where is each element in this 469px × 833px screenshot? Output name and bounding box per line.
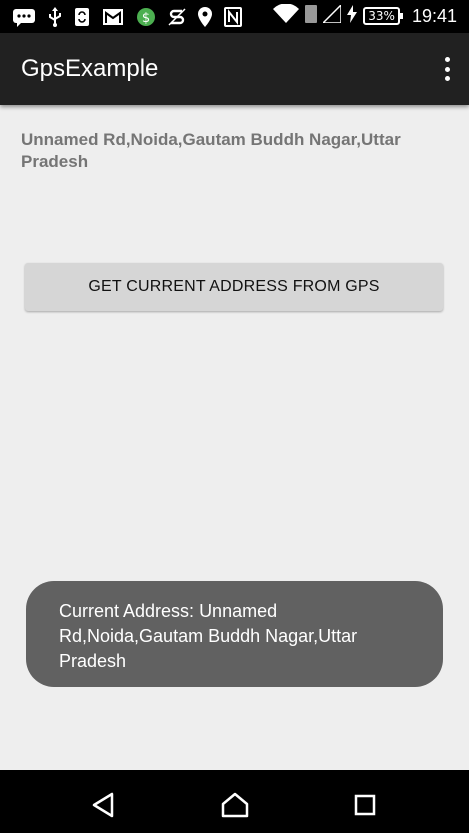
nfc-icon <box>224 7 242 27</box>
get-address-button[interactable]: GET CURRENT ADDRESS FROM GPS <box>25 263 443 311</box>
app-title: GpsExample <box>21 55 159 82</box>
dollar-icon: $ <box>136 7 156 27</box>
home-icon[interactable] <box>220 790 250 820</box>
toast-message: Current Address: Unnamed Rd,Noida,Gautam… <box>26 581 443 687</box>
wifi-icon <box>273 2 300 29</box>
notification-icons: $ <box>12 6 242 28</box>
gmail-icon <box>102 7 124 27</box>
usb-icon <box>48 7 62 27</box>
clock: 19:41 <box>411 5 457 26</box>
svg-text:$: $ <box>142 11 150 26</box>
navigation-bar <box>0 770 469 833</box>
main-content: Unnamed Rd,Noida,Gautam Buddh Nagar,Utta… <box>0 105 469 770</box>
status-bar: $ 33% 19:41 <box>0 0 469 33</box>
status-indicators: 33% 19:41 <box>273 2 457 29</box>
location-icon <box>198 7 212 27</box>
charging-icon <box>347 4 358 28</box>
s-app-icon <box>168 7 186 27</box>
app-bar: GpsExample <box>0 33 469 105</box>
battery-indicator: 33% <box>363 7 403 25</box>
sim-icon <box>305 4 318 28</box>
back-icon[interactable] <box>89 790 119 820</box>
recents-icon[interactable] <box>350 790 380 820</box>
more-vert-icon[interactable] <box>443 57 451 81</box>
sync-icon <box>74 7 90 27</box>
address-text: Unnamed Rd,Noida,Gautam Buddh Nagar,Utta… <box>21 130 401 171</box>
signal-icon <box>321 2 343 28</box>
message-icon <box>12 7 36 27</box>
